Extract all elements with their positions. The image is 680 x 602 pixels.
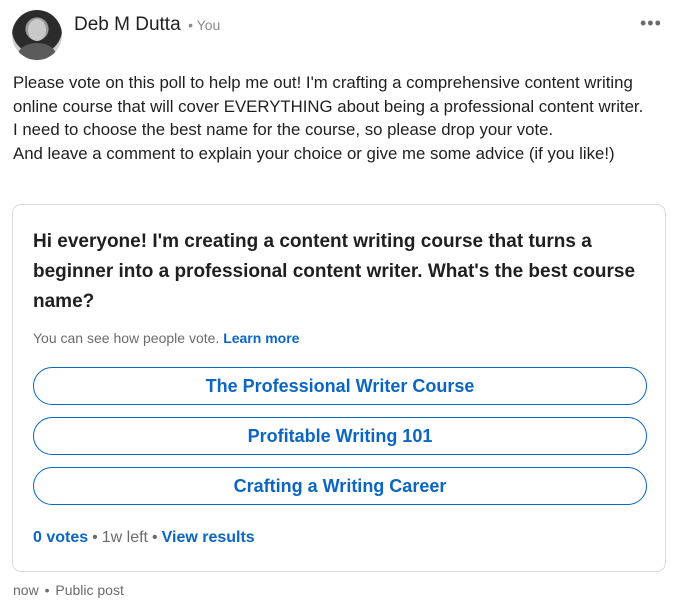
author-relation: You bbox=[196, 17, 221, 33]
poll-footer: 0 votes • 1w left • View results bbox=[33, 529, 255, 547]
post-time: now bbox=[13, 582, 39, 598]
post-paragraph: I need to choose the best name for the c… bbox=[13, 120, 554, 139]
poll-notice-text: You can see how people vote. bbox=[33, 330, 220, 346]
post-body: Please vote on this poll to help me out!… bbox=[13, 71, 663, 165]
separator-dot: • bbox=[92, 529, 98, 546]
learn-more-link[interactable]: Learn more bbox=[223, 330, 299, 346]
separator-dot: • bbox=[44, 582, 50, 598]
poll-option-button[interactable]: The Professional Writer Course bbox=[33, 367, 647, 405]
avatar-shoulders bbox=[18, 43, 56, 60]
author-line: Deb M Dutta • You bbox=[74, 14, 220, 36]
poll-card: Hi everyone! I'm creating a content writ… bbox=[12, 204, 666, 572]
votes-count-link[interactable]: 0 votes bbox=[33, 529, 88, 546]
post-paragraph: And leave a comment to explain your choi… bbox=[13, 143, 615, 163]
poll-question: Hi everyone! I'm creating a content writ… bbox=[33, 231, 636, 312]
separator-dot: • bbox=[152, 529, 158, 546]
author-separator: • bbox=[188, 17, 194, 33]
time-left: 1w left bbox=[101, 529, 148, 546]
more-horizontal-icon[interactable]: ••• bbox=[640, 14, 662, 32]
author-name[interactable]: Deb M Dutta bbox=[74, 14, 181, 35]
post-header: Deb M Dutta • You ••• bbox=[12, 10, 668, 62]
poll-option-button[interactable]: Crafting a Writing Career bbox=[33, 467, 647, 505]
author-meta: • You bbox=[188, 17, 220, 33]
poll-notice: You can see how people vote. Learn more bbox=[33, 330, 299, 346]
post-visibility: Public post bbox=[55, 582, 124, 598]
post-paragraph: Please vote on this poll to help me out!… bbox=[13, 73, 644, 116]
avatar-face bbox=[28, 19, 46, 41]
avatar[interactable] bbox=[12, 10, 62, 60]
poll-option-button[interactable]: Profitable Writing 101 bbox=[33, 417, 647, 455]
post-footer: now • Public post bbox=[13, 582, 124, 598]
view-results-link[interactable]: View results bbox=[162, 529, 255, 546]
